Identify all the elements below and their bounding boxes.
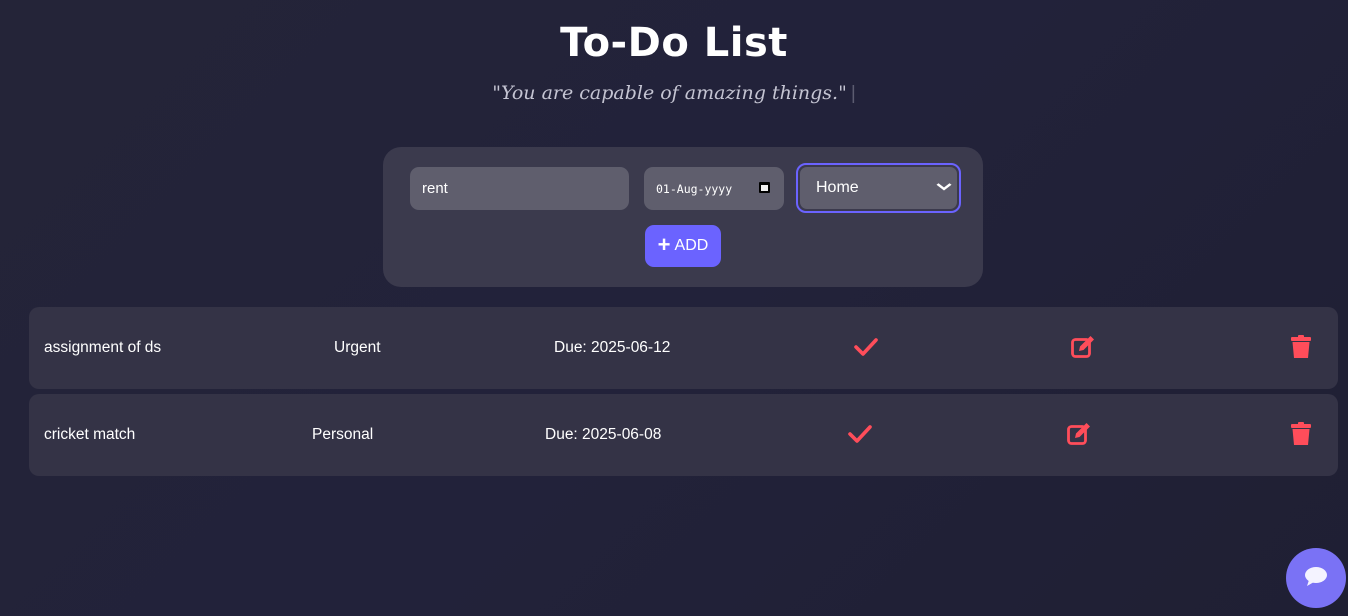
check-icon[interactable] bbox=[853, 334, 879, 360]
task-category: Urgent bbox=[334, 339, 381, 356]
chat-bubble-icon bbox=[1303, 565, 1329, 591]
category-selected-value: Home bbox=[816, 179, 859, 196]
task-input[interactable]: rent bbox=[410, 167, 629, 210]
quote-text: "You are capable of amazing things." bbox=[492, 82, 847, 104]
plus-icon: + bbox=[657, 232, 671, 257]
due-date-value: 01-Aug-yyyy bbox=[656, 181, 733, 196]
category-select-box[interactable]: Home bbox=[800, 167, 957, 209]
task-name: assignment of ds bbox=[44, 339, 162, 356]
trash-icon[interactable] bbox=[1288, 421, 1314, 447]
task-name: cricket match bbox=[44, 426, 136, 443]
add-task-button[interactable]: + ADD bbox=[645, 225, 721, 267]
chat-button[interactable] bbox=[1286, 548, 1346, 608]
todo-app: To-Do List "You are capable of amazing t… bbox=[0, 0, 1348, 616]
due-date-input[interactable]: 01-Aug-yyyy bbox=[644, 167, 784, 210]
task-category: Personal bbox=[312, 426, 374, 443]
task-due-date: Due: 2025-06-12 bbox=[554, 339, 671, 356]
edit-icon[interactable] bbox=[1070, 334, 1096, 360]
task-row: cricket match Personal Due: 2025-06-08 bbox=[29, 394, 1338, 476]
add-button-label: ADD bbox=[674, 237, 709, 254]
add-task-form: rent 01-Aug-yyyy Home + ADD bbox=[383, 147, 983, 287]
edit-icon[interactable] bbox=[1066, 421, 1092, 447]
task-due-date: Due: 2025-06-08 bbox=[545, 426, 662, 443]
typing-cursor: | bbox=[850, 83, 856, 104]
category-select[interactable]: Home bbox=[796, 163, 961, 213]
check-icon[interactable] bbox=[847, 421, 873, 447]
chevron-down-icon bbox=[936, 182, 952, 194]
calendar-icon[interactable] bbox=[759, 182, 770, 193]
task-row: assignment of ds Urgent Due: 2025-06-12 bbox=[29, 307, 1338, 389]
motivational-quote: "You are capable of amazing things." | bbox=[0, 82, 1348, 105]
page-title: To-Do List bbox=[560, 20, 788, 66]
trash-icon[interactable] bbox=[1288, 334, 1314, 360]
